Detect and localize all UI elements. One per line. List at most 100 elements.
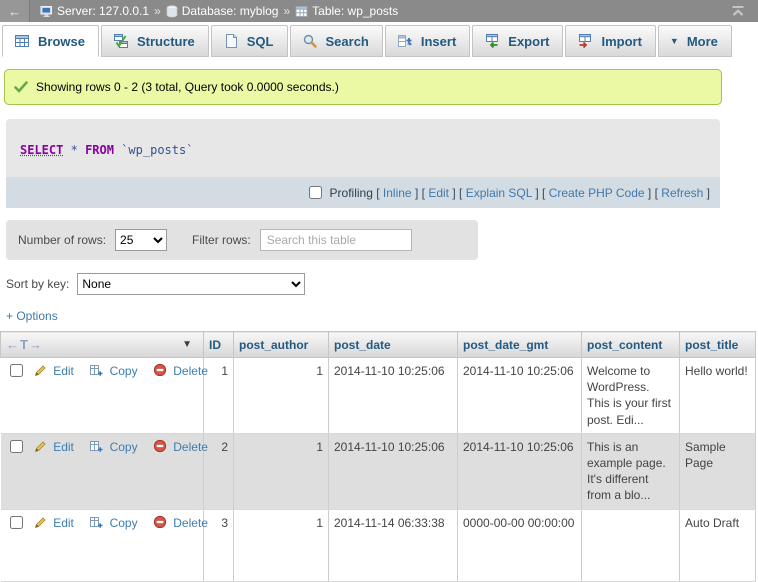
success-check-icon [14,81,28,93]
options-toggle-link[interactable]: + Options [6,309,58,323]
structure-icon [113,33,129,49]
column-header-post-date-gmt[interactable]: post_date_gmt [458,332,582,358]
cell-post-date-gmt: 2014-11-10 10:25:06 [458,358,582,434]
collapse-icon [730,5,746,17]
row-checkbox[interactable] [10,364,23,377]
cell-post-author: 1 [234,358,329,434]
delete-row-link[interactable]: Delete [173,364,208,378]
delete-icon [153,515,167,529]
breadcrumb-table[interactable]: Table: wp_posts [295,4,398,18]
edit-row-link[interactable]: Edit [53,440,74,454]
breadcrumb-bar: ← Server: 127.0.0.1 » Database: myblog »… [0,0,758,22]
sql-icon [223,33,239,49]
column-header-post-title[interactable]: post_title [680,332,756,358]
tab-import-label: Import [601,34,641,49]
table-row: Edit Copy Delete 1 1 2014-11-10 10:25:06… [1,358,756,434]
bracket: ] [535,186,538,200]
export-icon [484,33,500,49]
filter-rows-label: Filter rows: [192,233,251,247]
tab-sql[interactable]: SQL [211,25,288,57]
delete-icon [153,439,167,453]
refresh-link[interactable]: Refresh [661,186,703,200]
table-row: Edit Copy Delete 2 1 2014-11-10 10:25:06… [1,433,756,509]
sort-key-select[interactable]: None [77,273,305,295]
number-of-rows-label: Number of rows: [18,233,106,247]
tab-export[interactable]: Export [472,25,563,57]
sort-by-key-label: Sort by key: [6,277,69,291]
inline-link[interactable]: Inline [383,186,412,200]
sql-table-identifier: `wp_posts` [121,143,193,157]
row-controls-bar: Number of rows: 25 Filter rows: [6,220,478,260]
column-header-id[interactable]: ID [204,332,234,358]
bracket: [ [422,186,425,200]
rows-per-page-select[interactable]: 25 [115,229,167,251]
table-header-row: ←T→ ▼ ID post_author post_date post_date… [1,332,756,358]
cell-post-content: This is an example page. It's different … [582,433,680,509]
cell-post-date: 2014-11-10 10:25:06 [329,358,458,434]
tab-more-label: More [687,34,718,49]
edit-row-link[interactable]: Edit [53,364,74,378]
column-header-post-content[interactable]: post_content [582,332,680,358]
bracket: [ [655,186,658,200]
breadcrumb: Server: 127.0.0.1 » Database: myblog » T… [30,4,730,18]
status-message-text: Showing rows 0 - 2 (3 total, Query took … [36,80,339,94]
collapse-console-button[interactable] [730,5,746,17]
tab-insert[interactable]: Insert [385,25,470,57]
profiling-label: Profiling [330,186,373,200]
pencil-icon [34,364,47,377]
insert-icon [397,33,413,49]
copy-row-link[interactable]: Copy [110,516,138,530]
row-checkbox[interactable] [10,440,23,453]
back-button[interactable]: ← [0,0,30,22]
tab-import[interactable]: Import [565,25,655,57]
results-table: ←T→ ▼ ID post_author post_date post_date… [0,331,756,582]
actions-header: ←T→ ▼ [1,332,204,358]
search-icon [302,33,318,49]
copy-icon [89,440,103,453]
pencil-icon [34,516,47,529]
column-header-post-author[interactable]: post_author [234,332,329,358]
edit-query-link[interactable]: Edit [428,186,449,200]
pencil-icon [34,440,47,453]
column-nav-control[interactable]: ←T→ [6,337,43,352]
copy-row-link[interactable]: Copy [110,440,138,454]
cell-post-title: Hello world! [680,358,756,434]
breadcrumb-server-label: Server: 127.0.0.1 [57,4,149,18]
status-message: Showing rows 0 - 2 (3 total, Query took … [4,69,722,105]
tab-browse[interactable]: Browse [2,25,99,57]
breadcrumb-server[interactable]: Server: 127.0.0.1 [40,4,149,18]
bracket: ] [648,186,651,200]
server-icon [40,5,53,18]
bracket: [ [542,186,545,200]
tab-insert-label: Insert [421,34,456,49]
tab-structure-label: Structure [137,34,195,49]
tab-export-label: Export [508,34,549,49]
tab-structure[interactable]: Structure [101,25,209,57]
breadcrumb-separator: » [154,4,161,18]
edit-row-link[interactable]: Edit [53,516,74,530]
breadcrumb-database[interactable]: Database: myblog [166,4,279,18]
browse-icon [14,33,30,49]
row-checkbox[interactable] [10,516,23,529]
bracket: ] [707,186,710,200]
copy-row-link[interactable]: Copy [110,364,138,378]
column-header-post-date[interactable]: post_date [329,332,458,358]
table-icon [295,5,308,18]
create-php-code-link[interactable]: Create PHP Code [549,186,645,200]
cell-post-date-gmt: 2014-11-10 10:25:06 [458,433,582,509]
delete-row-link[interactable]: Delete [173,440,208,454]
bracket: [ [459,186,462,200]
sql-tools-bar: Profiling [ Inline ] [ Edit ] [ Explain … [6,177,720,208]
explain-sql-link[interactable]: Explain SQL [466,186,532,200]
sql-keyword-from: FROM [85,143,114,157]
filter-rows-input[interactable] [260,229,412,251]
profiling-checkbox[interactable] [309,186,322,199]
cell-post-date: 2014-11-14 06:33:38 [329,509,458,581]
delete-row-link[interactable]: Delete [173,516,208,530]
header-dropdown-icon[interactable]: ▼ [182,339,192,350]
tab-more[interactable]: ▼ More [658,25,732,57]
tab-sql-label: SQL [247,34,274,49]
tab-search[interactable]: Search [290,25,383,57]
sql-keyword-select[interactable]: SELECT [20,143,63,157]
breadcrumb-database-label: Database: myblog [182,4,279,18]
